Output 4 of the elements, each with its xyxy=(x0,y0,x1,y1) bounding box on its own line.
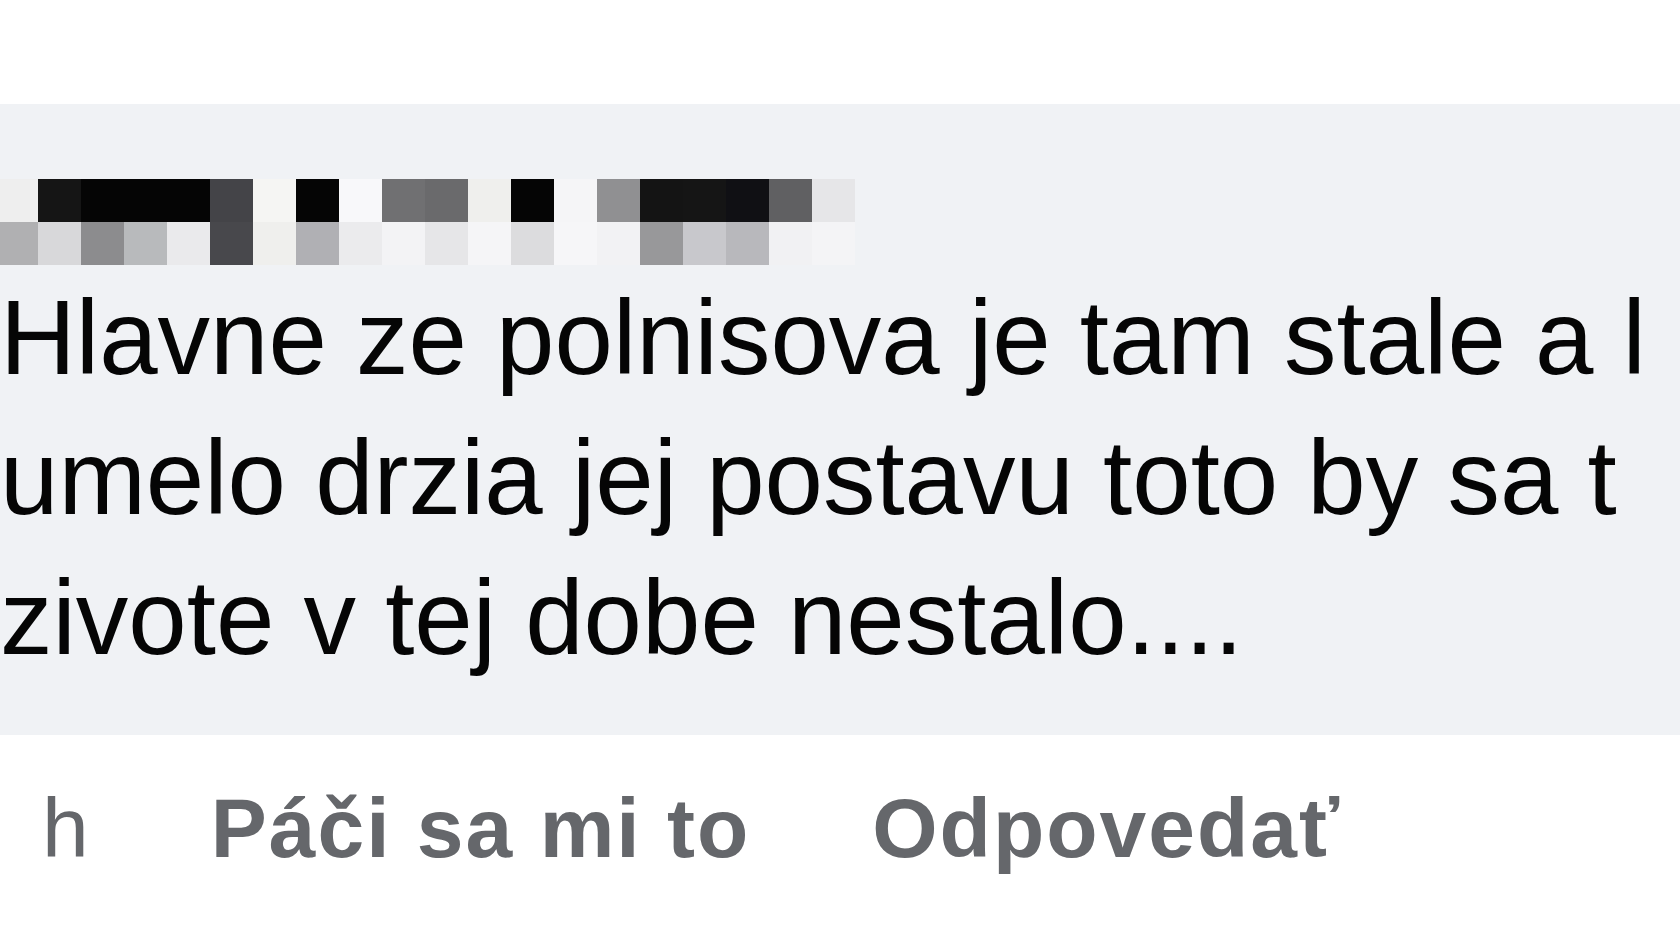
timestamp: h xyxy=(42,780,89,877)
action-link[interactable]: Páči sa mi to xyxy=(210,778,751,878)
comment-text: Hlavne ze polnisova je tam stale a l umelo drzia jej postavu toto by sa t zivote v tej dobe nestalo.... xyxy=(0,278,1646,678)
action-link[interactable]: Odpovedať xyxy=(872,778,1342,878)
